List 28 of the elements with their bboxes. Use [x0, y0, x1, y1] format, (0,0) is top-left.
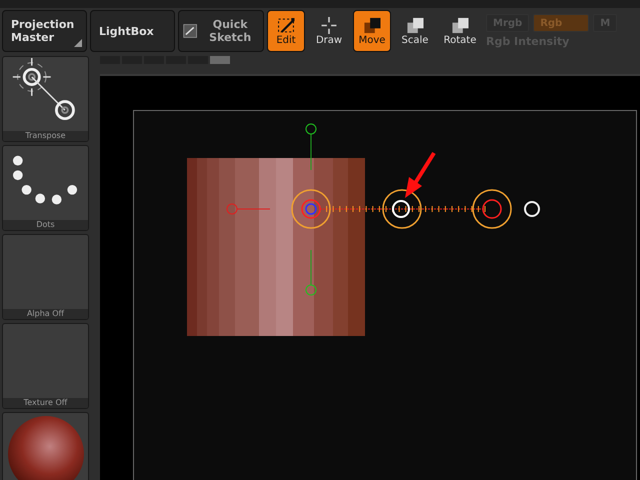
strip-tab[interactable] — [210, 56, 230, 64]
end-handle — [472, 189, 512, 229]
pen-icon — [183, 21, 198, 41]
tile-label: Transpose — [3, 131, 88, 141]
menu-button[interactable]: Quick Sketch — [178, 10, 264, 52]
ring-handle — [524, 201, 540, 217]
tool-button[interactable]: Move — [353, 10, 391, 52]
menu-button[interactable]: Projection Master — [2, 10, 87, 52]
tool-button[interactable]: Scale — [394, 10, 436, 52]
edit-icon — [275, 16, 297, 34]
start-handle — [291, 189, 331, 229]
tile-label: Texture Off — [3, 398, 88, 408]
sphere-material-icon — [8, 416, 84, 480]
tool-button[interactable]: Edit — [267, 10, 305, 52]
tool-button[interactable]: Draw — [308, 10, 350, 52]
tile-label: Dots — [3, 220, 88, 230]
tray-tile[interactable]: Texture Off — [2, 323, 89, 409]
pointer-arrow — [405, 152, 436, 198]
corner-icon — [74, 39, 82, 47]
tile-label: Alpha Off — [3, 309, 88, 319]
tray-tile[interactable]: Dots — [2, 145, 89, 231]
menu-button[interactable]: LightBox — [90, 10, 175, 52]
tray-tile[interactable]: Alpha Off — [2, 234, 89, 320]
tool-button[interactable]: Rotate — [439, 10, 481, 52]
tray-tile[interactable]: Transpose — [2, 56, 89, 142]
middle-handle — [382, 189, 422, 229]
horizontal-axis — [226, 204, 270, 214]
material-tile[interactable] — [2, 412, 89, 480]
